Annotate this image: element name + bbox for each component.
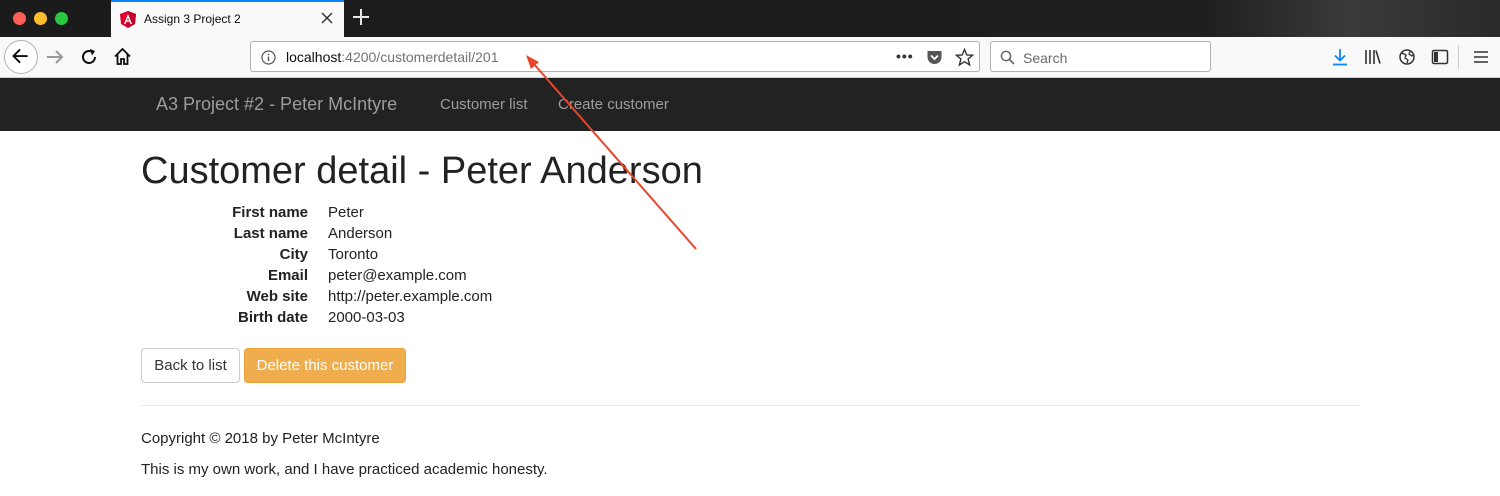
app-brand[interactable]: A3 Project #2 - Peter McIntyre (156, 94, 397, 115)
detail-row-city: City Toronto (141, 246, 641, 267)
detail-row-last-name: Last name Anderson (141, 225, 641, 246)
detail-row-birth-date: Birth date 2000-03-03 (141, 309, 641, 330)
app-navbar: A3 Project #2 - Peter McIntyre Customer … (0, 78, 1500, 131)
url-text[interactable]: localhost:4200/customerdetail/201 (286, 49, 498, 65)
home-icon[interactable] (113, 47, 132, 66)
window-minimize-button[interactable] (34, 12, 47, 25)
footer-copyright: Copyright © 2018 by Peter McIntyre (141, 430, 380, 447)
hamburger-menu-icon[interactable] (1472, 48, 1490, 66)
detail-value: 2000-03-03 (328, 309, 405, 326)
browser-tab[interactable]: Assign 3 Project 2 (111, 0, 344, 37)
detail-value: Toronto (328, 246, 379, 263)
star-icon[interactable] (955, 48, 974, 67)
search-icon (1000, 50, 1015, 65)
detail-value: Peter (328, 204, 364, 221)
sidebar-icon[interactable] (1431, 48, 1449, 66)
detail-row-email: Email peter@example.com (141, 267, 641, 288)
page-actions-menu-button[interactable]: ••• (896, 48, 914, 64)
window-close-button[interactable] (13, 12, 26, 25)
url-bar[interactable]: localhost:4200/customerdetail/201 ••• (250, 41, 980, 72)
footer-honesty-statement: This is my own work, and I have practice… (141, 461, 548, 478)
window-zoom-button[interactable] (55, 12, 68, 25)
tab-title: Assign 3 Project 2 (144, 12, 241, 26)
customer-details: First name Peter Last name Anderson City… (141, 204, 641, 330)
detail-label: Last name (233, 225, 308, 242)
detail-label: Web site (246, 288, 308, 305)
url-host: localhost (286, 49, 342, 65)
detail-value: Anderson (328, 225, 393, 242)
tab-strip: Assign 3 Project 2 (0, 0, 1500, 37)
forward-arrow-icon[interactable] (45, 48, 65, 66)
back-to-list-button[interactable]: Back to list (141, 348, 240, 383)
search-placeholder: Search (1023, 50, 1068, 66)
detail-row-web-site: Web site http://peter.example.com (141, 288, 641, 309)
nav-create-customer[interactable]: Create customer (558, 96, 669, 113)
close-icon[interactable] (320, 11, 334, 25)
nav-customer-list[interactable]: Customer list (440, 96, 528, 113)
library-icon[interactable] (1364, 48, 1382, 66)
browser-toolbar: localhost:4200/customerdetail/201 ••• Se… (0, 37, 1500, 78)
delete-customer-button[interactable]: Delete this customer (244, 348, 406, 383)
reload-icon[interactable] (80, 48, 98, 66)
detail-label: First name (232, 204, 308, 221)
detail-label: Email (267, 267, 308, 284)
download-icon[interactable] (1331, 48, 1349, 66)
detail-value: http://peter.example.com (328, 288, 493, 305)
detail-value: peter@example.com (328, 267, 467, 284)
detail-row-first-name: First name Peter (141, 204, 641, 225)
back-arrow-icon (12, 48, 28, 64)
back-button[interactable] (4, 40, 38, 74)
toolbar-separator (1458, 45, 1459, 69)
pocket-icon[interactable] (926, 49, 943, 66)
plus-icon[interactable] (352, 8, 370, 26)
globe-icon[interactable] (1398, 48, 1416, 66)
page-title: Customer detail - Peter Anderson (141, 150, 703, 192)
url-path: :4200/customerdetail/201 (341, 49, 499, 65)
angular-favicon-icon (120, 11, 136, 28)
detail-label: City (279, 246, 308, 263)
info-icon[interactable] (261, 50, 276, 65)
search-bar[interactable]: Search (990, 41, 1211, 72)
detail-label: Birth date (237, 309, 308, 326)
footer-divider (141, 405, 1360, 406)
